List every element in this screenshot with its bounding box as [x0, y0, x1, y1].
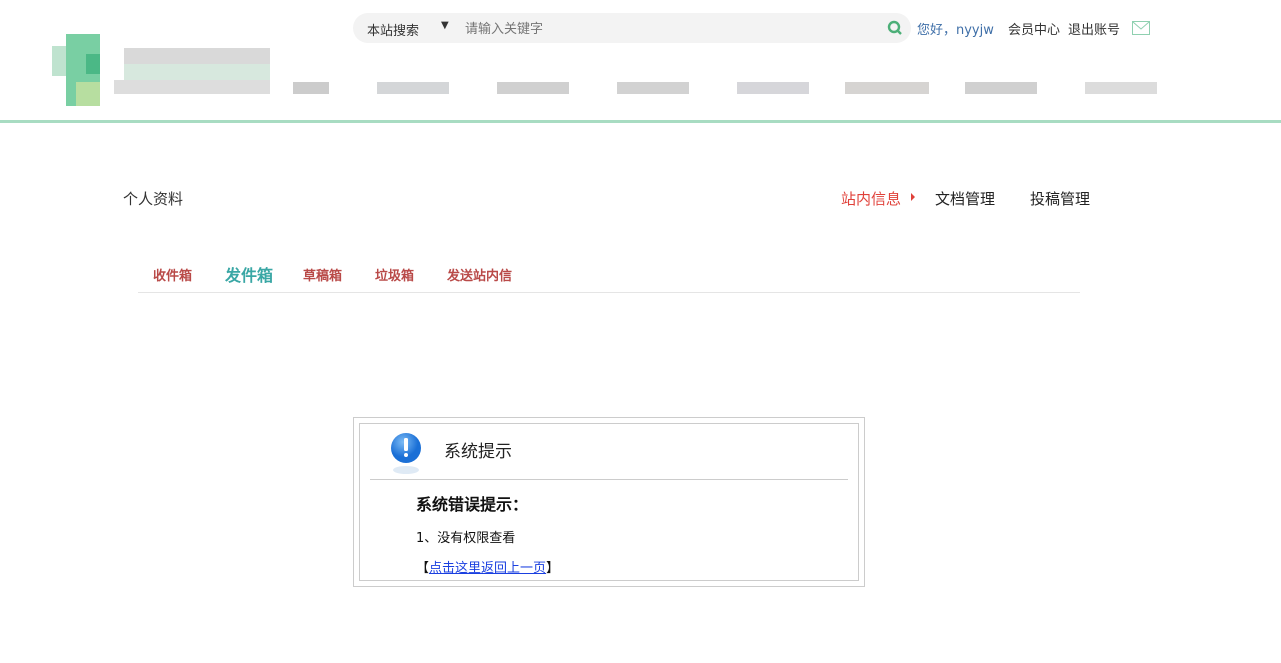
bracket-right: 】 [546, 561, 560, 576]
nav-item-8[interactable] [1085, 82, 1157, 106]
search-scope-select[interactable]: 本站搜索 [367, 20, 419, 39]
user-greeting: 您好，nyyjw [917, 23, 994, 38]
nav-item-7[interactable] [965, 82, 1037, 106]
error-heading: 系统错误提示： [416, 495, 529, 514]
tab-drafts[interactable]: 草稿箱 [303, 265, 342, 284]
tab-inbox[interactable]: 收件箱 [153, 265, 192, 284]
header-divider [0, 120, 1281, 123]
nav-document-management[interactable]: 文档管理 [935, 188, 995, 209]
bracket-left: 【 [416, 561, 430, 576]
nav-item-5[interactable] [737, 82, 809, 106]
site-logo[interactable] [52, 34, 270, 106]
search-input[interactable] [465, 18, 865, 38]
nav-submission-management[interactable]: 投稿管理 [1030, 188, 1090, 209]
nav-item-3[interactable] [497, 82, 569, 106]
back-link-wrapper: 【点击这里返回上一页】 [416, 557, 559, 576]
error-message: 1、没有权限查看 [416, 531, 516, 546]
nav-item-4[interactable] [617, 82, 689, 106]
dialog-title: 系统提示 [444, 442, 512, 462]
tab-send-message[interactable]: 发送站内信 [447, 265, 512, 284]
dialog-divider [370, 479, 848, 480]
message-tabs: 收件箱 发件箱 草稿箱 垃圾箱 发送站内信 [138, 260, 1080, 293]
dropdown-arrow-icon[interactable]: ▼ [441, 20, 449, 31]
search-icon[interactable] [887, 20, 903, 36]
go-back-link[interactable]: 点击这里返回上一页 [429, 561, 546, 576]
mail-icon[interactable] [1132, 21, 1150, 35]
nav-site-messages[interactable]: 站内信息 [841, 188, 901, 209]
tab-trash[interactable]: 垃圾箱 [375, 265, 414, 284]
nav-item-2[interactable] [377, 82, 449, 106]
profile-link[interactable]: 个人资料 [123, 188, 183, 209]
info-icon [391, 433, 421, 474]
caret-right-icon [911, 193, 915, 201]
member-center-link[interactable]: 会员中心 [1008, 19, 1060, 38]
logout-link[interactable]: 退出账号 [1068, 19, 1120, 38]
tab-outbox[interactable]: 发件箱 [225, 262, 273, 286]
search-bar: 本站搜索 ▼ [353, 13, 911, 43]
nav-item-6[interactable] [845, 82, 929, 106]
system-message-dialog: 系统提示 系统错误提示： 1、没有权限查看 【点击这里返回上一页】 [353, 417, 865, 587]
nav-item-1[interactable] [293, 82, 329, 106]
